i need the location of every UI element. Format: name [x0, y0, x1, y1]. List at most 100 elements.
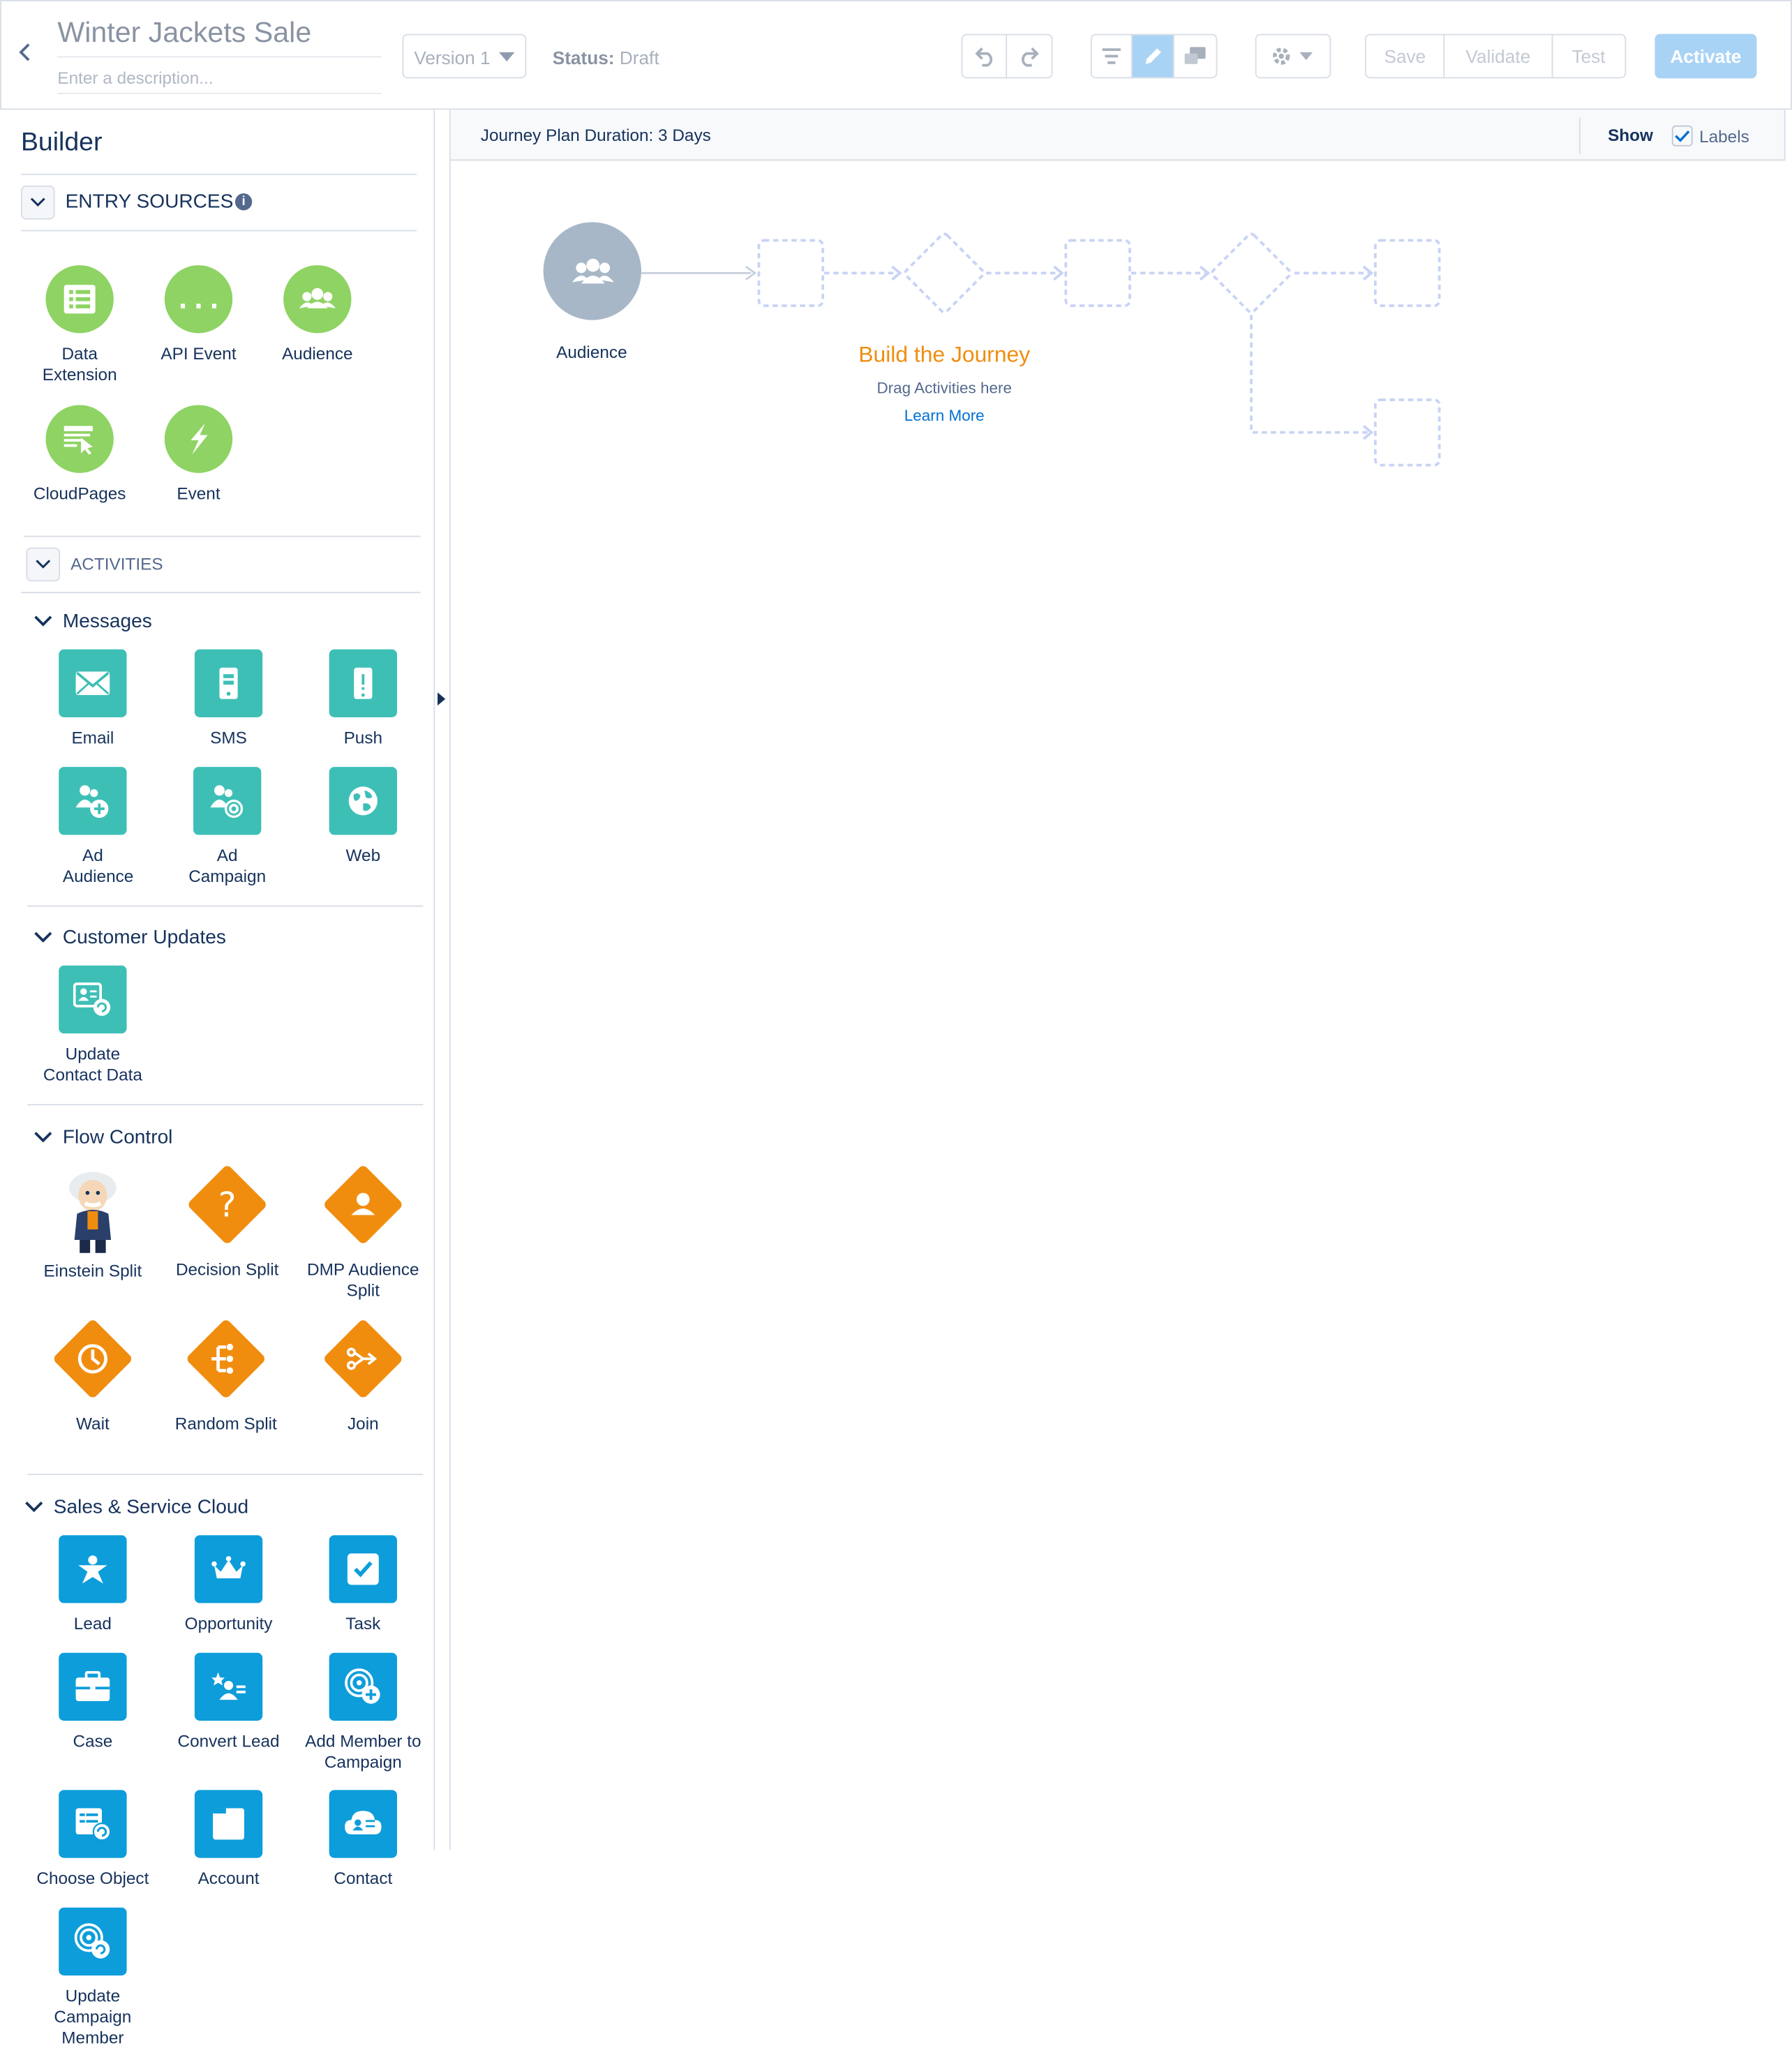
- journey-name-input[interactable]: Winter Jackets Sale: [57, 15, 382, 58]
- activity-choose-object[interactable]: Choose Object: [27, 1790, 158, 1889]
- toolbar-divider: [1578, 117, 1581, 154]
- collapse-arrow-icon[interactable]: [438, 692, 446, 706]
- pencil-icon[interactable]: [1133, 35, 1174, 77]
- flow-connector: [1294, 265, 1374, 281]
- activity-account[interactable]: Account: [163, 1790, 294, 1889]
- sidebar-collapse-rail[interactable]: [433, 110, 451, 1850]
- placeholder-split[interactable]: [904, 232, 985, 314]
- activity-convert-lead[interactable]: Convert Lead: [163, 1652, 294, 1752]
- redo-icon[interactable]: [1007, 36, 1052, 77]
- bolt-icon: [164, 405, 233, 473]
- activity-decision-split[interactable]: ? Decision Split: [162, 1164, 292, 1280]
- tile-label: Einstein Split: [43, 1260, 142, 1281]
- placeholder-activity[interactable]: [1064, 239, 1131, 308]
- chevron-down-icon: [498, 52, 515, 62]
- labels-checkbox[interactable]: [1671, 125, 1693, 147]
- tile-label: Opportunity: [184, 1613, 273, 1633]
- cloudpages-icon: [45, 405, 114, 473]
- flow-connector: [641, 265, 757, 280]
- comments-icon[interactable]: [1174, 36, 1216, 77]
- clock-icon: [52, 1318, 134, 1400]
- tile-label: Ad Audience: [62, 845, 134, 886]
- activity-update-contact-data[interactable]: Update Contact Data: [27, 965, 158, 1086]
- activity-case[interactable]: Case: [27, 1652, 158, 1752]
- entry-data-extension[interactable]: Data Extension: [15, 265, 145, 385]
- entry-node-label: Audience: [556, 342, 627, 362]
- test-button[interactable]: Test: [1553, 36, 1625, 77]
- activity-update-campaign-member[interactable]: Update Campaign Member: [27, 1907, 158, 2049]
- sales-service-group-toggle[interactable]: Sales & Service Cloud: [25, 1496, 249, 1518]
- activity-random-split[interactable]: Random Split: [160, 1318, 291, 1435]
- tile-label: DMP Audience Split: [307, 1259, 419, 1301]
- info-icon[interactable]: i: [234, 193, 253, 211]
- activity-email[interactable]: Email: [27, 649, 158, 749]
- activate-button[interactable]: Activate: [1655, 33, 1757, 79]
- activity-push[interactable]: Push: [298, 649, 428, 749]
- tile-label: Update Campaign Member: [54, 1986, 132, 2048]
- chevron-down-icon: [34, 932, 52, 943]
- activity-lead[interactable]: Lead: [27, 1535, 158, 1634]
- contact-icon: [329, 1790, 397, 1858]
- convert-lead-icon: [194, 1652, 263, 1721]
- add-campaign-member-icon: [329, 1652, 397, 1721]
- tile-label: Join: [347, 1414, 379, 1434]
- tile-label: CloudPages: [33, 483, 126, 503]
- update-campaign-member-icon: [59, 1907, 127, 1976]
- placeholder-activity[interactable]: [1374, 398, 1441, 467]
- action-buttons: Save Validate Test: [1364, 33, 1627, 79]
- activity-sms[interactable]: SMS: [163, 649, 294, 749]
- einstein-icon: [59, 1167, 126, 1255]
- choose-object-icon: [59, 1790, 127, 1858]
- activity-dmp-audience-split[interactable]: DMP Audience Split: [298, 1164, 428, 1301]
- entry-sources-toggle[interactable]: [20, 185, 55, 220]
- flow-control-group-toggle[interactable]: Flow Control: [34, 1126, 172, 1149]
- messages-group-toggle[interactable]: Messages: [34, 610, 152, 632]
- validate-button[interactable]: Validate: [1445, 35, 1553, 77]
- activity-wait[interactable]: Wait: [27, 1318, 158, 1435]
- activity-einstein-split[interactable]: Einstein Split: [27, 1167, 158, 1282]
- entry-event[interactable]: Event: [133, 405, 264, 504]
- activity-add-member-to-campaign[interactable]: Add Member to Campaign: [298, 1652, 428, 1773]
- tile-label: Random Split: [174, 1414, 277, 1434]
- ad-campaign-icon: [193, 767, 262, 835]
- activity-contact[interactable]: Contact: [298, 1790, 428, 1889]
- tile-label: Lead: [73, 1613, 112, 1633]
- back-icon[interactable]: [18, 42, 31, 69]
- lead-icon: [59, 1535, 127, 1603]
- placeholder-activity[interactable]: [757, 239, 825, 308]
- journey-duration: Journey Plan Duration: 3 Days: [480, 125, 711, 145]
- split-icon: [185, 1318, 267, 1400]
- description-input[interactable]: Enter a description...: [57, 68, 382, 94]
- version-dropdown[interactable]: Version 1: [402, 33, 527, 79]
- tile-label: Account: [197, 1868, 260, 1888]
- save-button[interactable]: Save: [1366, 35, 1445, 77]
- settings-dropdown[interactable]: [1255, 33, 1331, 79]
- activities-toggle[interactable]: [26, 547, 61, 582]
- email-icon: [59, 649, 127, 718]
- undo-icon[interactable]: [962, 35, 1008, 77]
- braces-icon: {...}: [164, 265, 233, 334]
- sales-service-label: Sales & Service Cloud: [53, 1496, 249, 1518]
- activity-task[interactable]: Task: [298, 1535, 428, 1634]
- learn-more-link[interactable]: Learn More: [814, 406, 1075, 424]
- entry-cloudpages[interactable]: CloudPages: [15, 405, 145, 504]
- entry-api-event[interactable]: {...} API Event: [133, 265, 264, 364]
- tile-label: Add Member to Campaign: [305, 1731, 421, 1772]
- entry-audience[interactable]: Audience: [252, 265, 382, 364]
- entry-node-audience[interactable]: [543, 222, 642, 320]
- checkbox-icon: [329, 1535, 397, 1603]
- show-label: Show: [1608, 125, 1653, 145]
- activity-ad-campaign[interactable]: Ad Campaign: [162, 767, 292, 887]
- activity-web[interactable]: Web: [298, 767, 428, 866]
- customer-updates-group-toggle[interactable]: Customer Updates: [34, 927, 226, 948]
- filter-icon[interactable]: [1092, 35, 1133, 77]
- placeholder-activity[interactable]: [1374, 239, 1441, 308]
- activity-opportunity[interactable]: Opportunity: [163, 1535, 294, 1634]
- phone-icon: [194, 649, 263, 718]
- chevron-down-icon: [25, 1502, 43, 1513]
- labels-checkbox-label: Labels: [1699, 126, 1749, 147]
- activity-join[interactable]: Join: [298, 1318, 428, 1435]
- tile-label: Choose Object: [36, 1868, 149, 1888]
- activity-ad-audience[interactable]: Ad Audience: [27, 767, 158, 887]
- placeholder-split[interactable]: [1211, 232, 1292, 314]
